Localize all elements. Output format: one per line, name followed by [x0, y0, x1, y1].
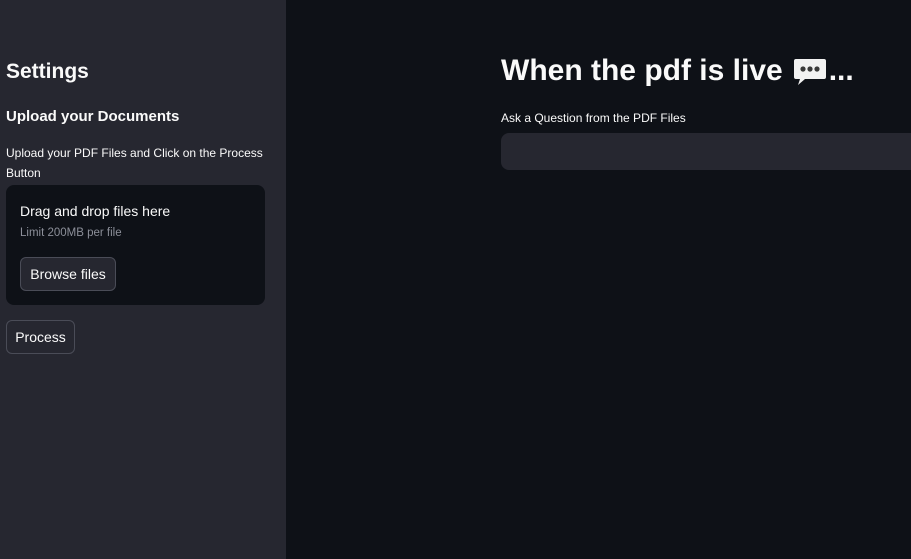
upload-heading: Upload your Documents: [6, 108, 180, 125]
page-title-text: When the pdf is live: [501, 54, 783, 87]
page-title: When the pdf is live ...: [501, 54, 854, 88]
sidebar-title: Settings: [6, 60, 89, 83]
question-input[interactable]: [501, 133, 911, 170]
dropzone-limit: Limit 200MB per file: [20, 227, 122, 239]
process-button[interactable]: Process: [6, 320, 75, 354]
question-label: Ask a Question from the PDF Files: [501, 111, 686, 125]
file-dropzone[interactable]: Drag and drop files here Limit 200MB per…: [6, 185, 265, 305]
page-title-suffix: ...: [828, 54, 854, 87]
sidebar: Settings Upload your Documents Upload yo…: [0, 0, 286, 559]
upload-caption: Upload your PDF Files and Click on the P…: [6, 146, 263, 180]
dropzone-title: Drag and drop files here: [20, 203, 171, 219]
app-root: Settings Upload your Documents Upload yo…: [0, 0, 911, 559]
speech-bubble-icon: [793, 57, 827, 87]
browse-files-button[interactable]: Browse files: [20, 257, 116, 291]
